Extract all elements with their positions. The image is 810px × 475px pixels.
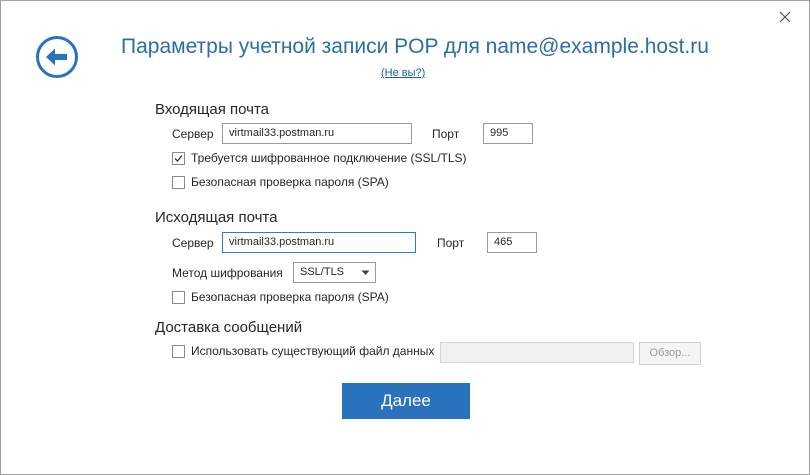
outgoing-mail-heading: Исходящая почта — [155, 209, 278, 226]
incoming-ssl-checkbox[interactable]: Требуется шифрованное подключение (SSL/T… — [172, 151, 467, 165]
incoming-port-label: Порт — [432, 127, 460, 141]
incoming-server-input[interactable]: virtmail33.postman.ru — [222, 123, 412, 144]
outgoing-port-label: Порт — [437, 236, 465, 250]
outgoing-spa-label: Безопасная проверка пароля (SPA) — [191, 290, 389, 304]
chevron-down-icon — [361, 270, 370, 275]
incoming-mail-heading: Входящая почта — [155, 101, 270, 118]
checkbox-box — [172, 151, 185, 165]
close-icon — [779, 11, 791, 23]
incoming-spa-checkbox[interactable]: Безопасная проверка пароля (SPA) — [172, 175, 389, 189]
incoming-server-label: Сервер — [172, 127, 214, 141]
checkbox-box — [172, 344, 185, 358]
page-title: Параметры учетной записи POP для name@ex… — [121, 35, 709, 58]
checkmark-icon — [174, 154, 183, 162]
incoming-ssl-label: Требуется шифрованное подключение (SSL/T… — [191, 151, 467, 165]
checkbox-box — [172, 175, 185, 189]
encryption-method-select[interactable]: SSL/TLS — [293, 262, 376, 283]
back-arrow-icon — [36, 36, 78, 78]
incoming-spa-label: Безопасная проверка пароля (SPA) — [191, 175, 389, 189]
outgoing-server-input[interactable]: virtmail33.postman.ru — [222, 232, 416, 253]
use-existing-data-file-label: Использовать существующий файл данных — [191, 344, 435, 358]
encryption-method-label: Метод шифрования — [172, 266, 283, 280]
outgoing-spa-checkbox[interactable]: Безопасная проверка пароля (SPA) — [172, 290, 389, 304]
use-existing-data-file-checkbox[interactable]: Использовать существующий файл данных — [172, 344, 434, 358]
message-delivery-heading: Доставка сообщений — [155, 319, 303, 336]
data-file-path-input[interactable] — [440, 342, 634, 363]
incoming-port-input[interactable]: 995 — [483, 123, 533, 144]
checkbox-box — [172, 290, 185, 304]
outgoing-port-input[interactable]: 465 — [487, 232, 537, 253]
next-button[interactable]: Далее — [342, 383, 470, 419]
not-you-link[interactable]: (Не вы?) — [381, 67, 425, 79]
outgoing-server-label: Сервер — [172, 236, 214, 250]
back-button[interactable] — [35, 35, 79, 79]
close-button[interactable] — [775, 7, 795, 27]
encryption-method-value: SSL/TLS — [300, 266, 345, 278]
browse-button[interactable]: Обзор... — [639, 342, 701, 365]
account-settings-dialog: Параметры учетной записи POP для name@ex… — [0, 0, 810, 475]
